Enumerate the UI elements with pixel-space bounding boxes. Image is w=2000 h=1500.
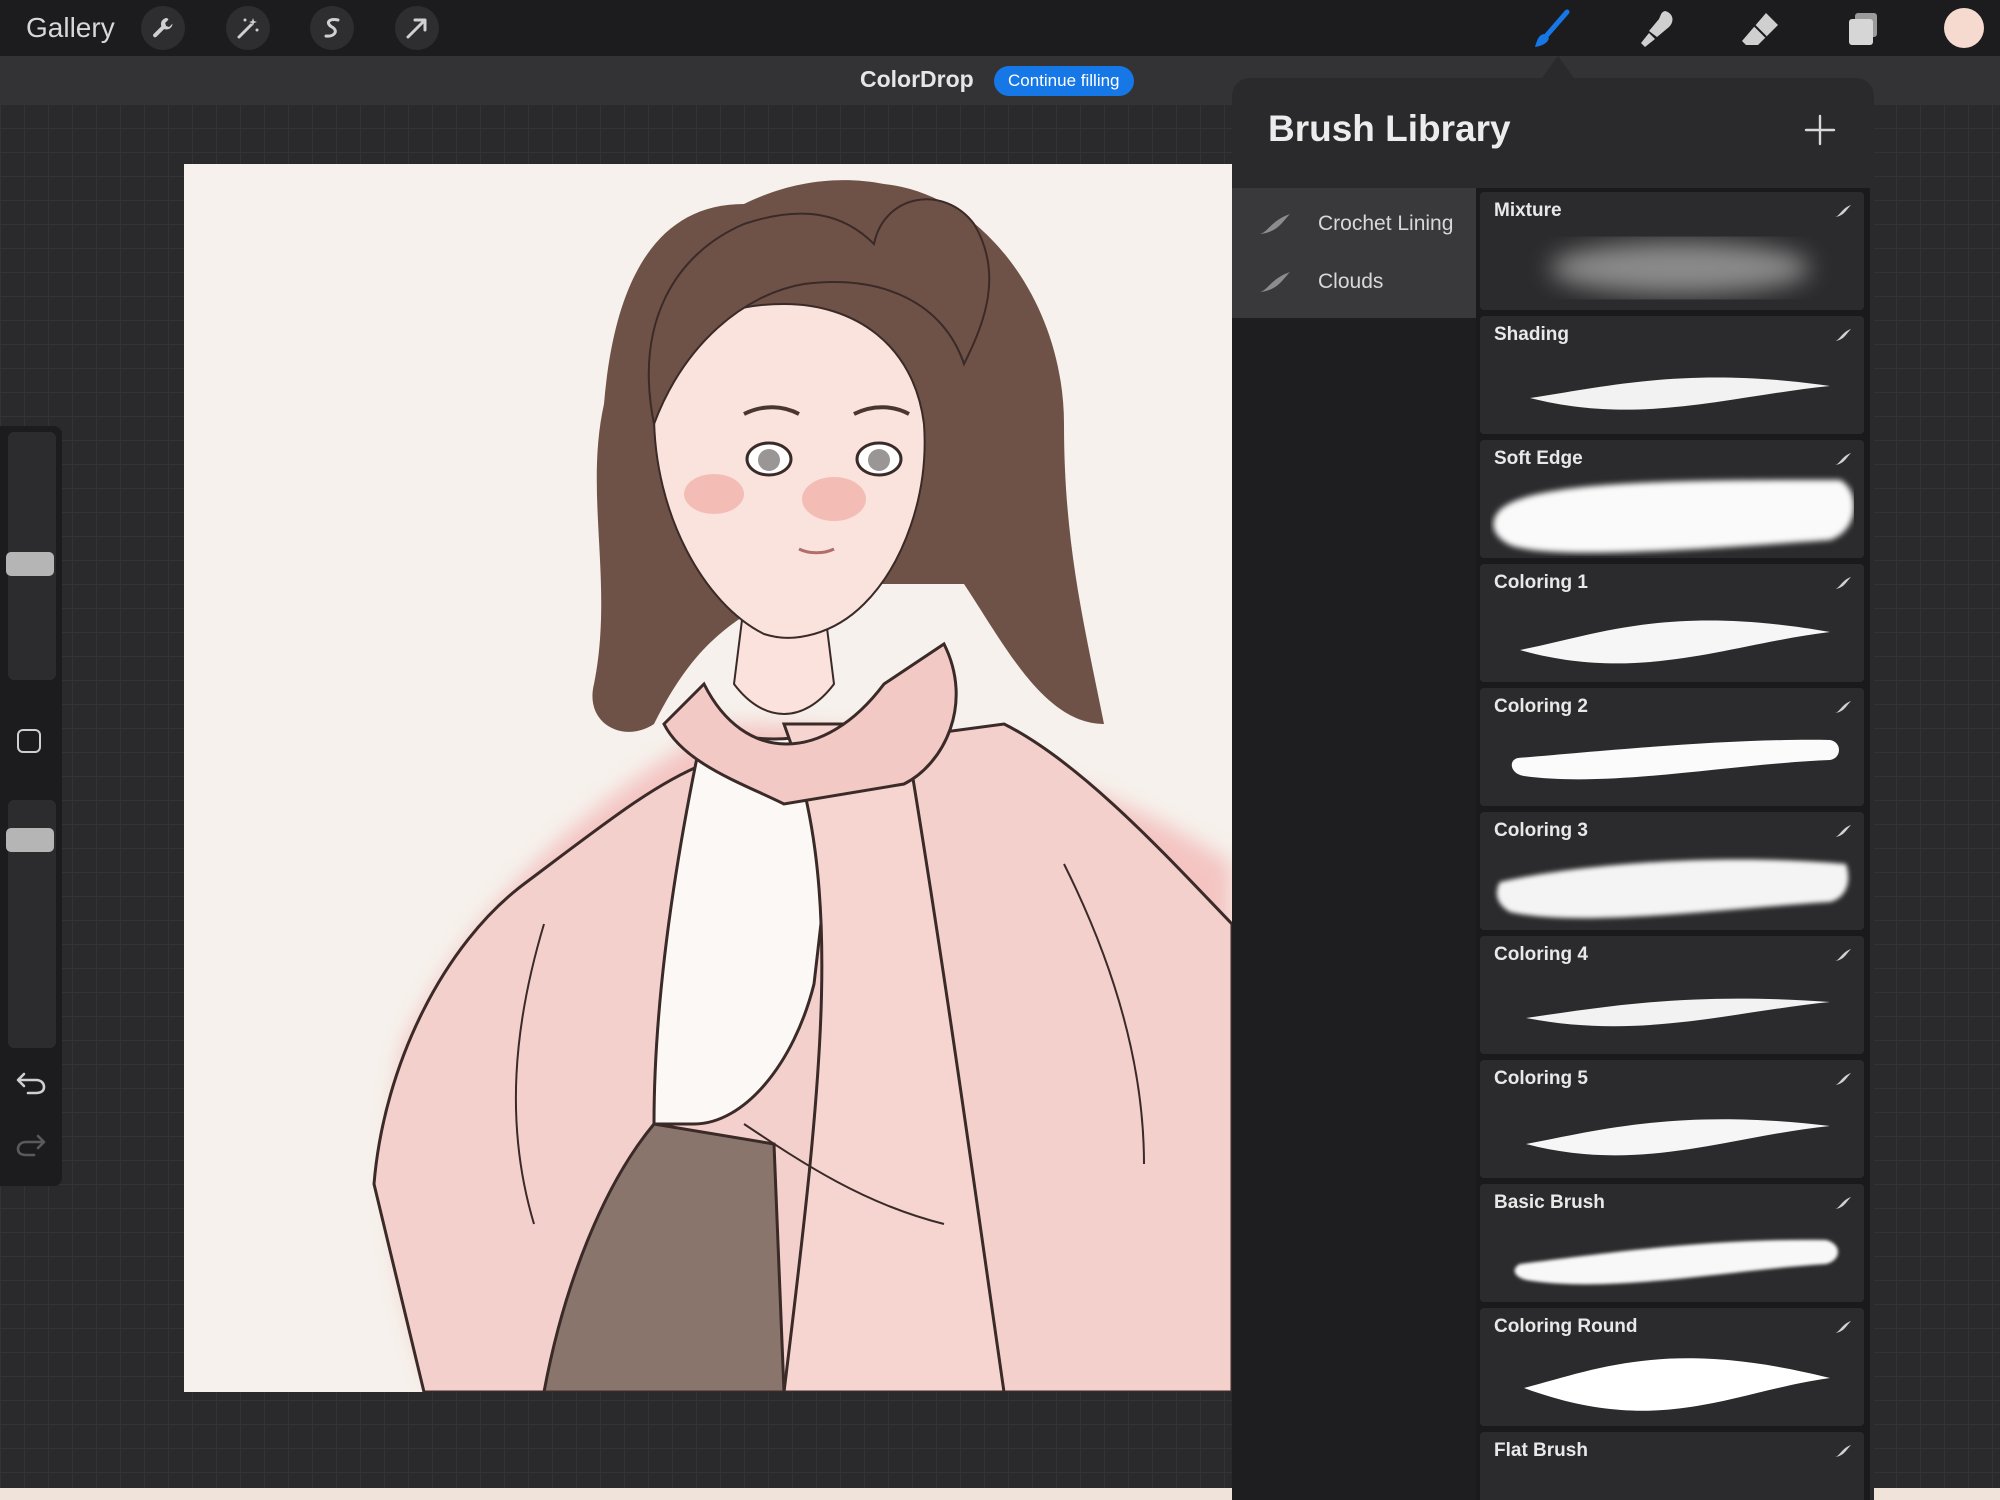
panel-title: Brush Library [1268, 108, 1511, 149]
edit-brush-icon[interactable] [1834, 700, 1852, 714]
brush-name: Coloring 2 [1494, 696, 1588, 717]
brush-size-slider[interactable] [6, 432, 56, 680]
edit-brush-icon[interactable] [1834, 204, 1852, 218]
brush-list: Mixture Shading Soft Edge Coloring 1 Col… [1476, 188, 1870, 1500]
layers-button[interactable] [1838, 4, 1888, 54]
wrench-icon [153, 17, 173, 38]
brush-item-coloring-3[interactable]: Coloring 3 [1480, 812, 1864, 930]
adjustments-button[interactable] [226, 6, 270, 50]
brush-name: Coloring Round [1494, 1316, 1638, 1337]
brush-set-icon [1260, 214, 1290, 234]
brush-stroke-preview [1511, 739, 1839, 780]
actions-button[interactable] [141, 6, 185, 50]
banner-title: ColorDrop [860, 66, 974, 92]
brush-icon [1535, 9, 1570, 47]
edit-brush-icon[interactable] [1834, 824, 1852, 838]
eraser-tool-button[interactable] [1735, 4, 1785, 54]
brush-stroke-preview [1550, 242, 1810, 294]
edit-brush-icon[interactable] [1834, 328, 1852, 342]
modifier-button[interactable] [17, 729, 41, 753]
brush-stroke-preview [1530, 377, 1830, 410]
brush-library-panel: Brush Library Crochet Lining Clouds Mixt… [1232, 78, 1874, 1500]
brush-sets-list: Crochet Lining Clouds [1232, 188, 1476, 1500]
panel-pointer [1542, 56, 1574, 78]
eraser-icon [1742, 13, 1778, 45]
brush-stroke-preview [1526, 1119, 1830, 1156]
brush-item-mixture[interactable]: Mixture [1480, 192, 1864, 310]
brush-set-crochet-lining[interactable]: Crochet Lining [1232, 196, 1476, 252]
brush-set-label: Crochet Lining [1318, 212, 1454, 235]
transform-button[interactable] [395, 6, 439, 50]
brush-item-soft-edge[interactable]: Soft Edge [1480, 440, 1864, 558]
selection-icon [324, 18, 340, 38]
edit-brush-icon[interactable] [1834, 948, 1852, 962]
brush-item-coloring-1[interactable]: Coloring 1 [1480, 564, 1864, 682]
brush-item-flat-brush[interactable]: Flat Brush [1480, 1432, 1864, 1500]
edit-brush-icon[interactable] [1834, 576, 1852, 590]
selection-button[interactable] [310, 6, 354, 50]
brush-name: Mixture [1494, 200, 1562, 221]
brush-set-label: Clouds [1318, 270, 1384, 293]
opacity-slider[interactable] [6, 800, 56, 1048]
brush-set-clouds[interactable]: Clouds [1232, 254, 1476, 310]
brush-item-coloring-5[interactable]: Coloring 5 [1480, 1060, 1864, 1178]
top-toolbar: Gallery [0, 0, 2000, 56]
brush-item-coloring-4[interactable]: Coloring 4 [1480, 936, 1864, 1054]
smudge-tool-button[interactable] [1632, 4, 1682, 54]
gallery-button[interactable]: Gallery [26, 8, 115, 48]
smudge-icon [1641, 11, 1673, 47]
brush-stroke-preview [1520, 620, 1830, 664]
redo-icon[interactable] [14, 1130, 48, 1160]
brush-name: Coloring 5 [1494, 1068, 1588, 1089]
continue-filling-button[interactable]: Continue filling [994, 66, 1134, 96]
edit-brush-icon[interactable] [1834, 1072, 1852, 1086]
edit-brush-icon[interactable] [1834, 1320, 1852, 1334]
illustration-artwork [372, 180, 1232, 1392]
brush-name: Coloring 4 [1494, 944, 1588, 965]
brush-set-icon [1260, 272, 1290, 292]
brush-stroke-preview [1496, 859, 1849, 919]
brush-item-shading[interactable]: Shading [1480, 316, 1864, 434]
plus-icon[interactable] [1802, 112, 1838, 148]
edit-brush-icon[interactable] [1834, 1196, 1852, 1210]
brush-name: Coloring 3 [1494, 820, 1588, 841]
brush-name: Flat Brush [1494, 1440, 1588, 1461]
edit-brush-icon[interactable] [1834, 452, 1852, 466]
magic-wand-icon [237, 18, 259, 39]
opacity-knob[interactable] [6, 828, 54, 852]
drawing-canvas[interactable] [184, 164, 1232, 1392]
edit-brush-icon[interactable] [1834, 1444, 1852, 1458]
color-swatch[interactable] [1944, 8, 1984, 48]
brush-stroke-preview [1514, 1239, 1838, 1285]
undo-icon[interactable] [14, 1068, 48, 1098]
brush-stroke-preview [1524, 1358, 1830, 1411]
brush-size-knob[interactable] [6, 552, 54, 576]
transform-arrow-icon [406, 18, 427, 39]
brush-tool-button[interactable] [1528, 4, 1578, 54]
brush-stroke-preview [1493, 480, 1854, 553]
layers-icon [1849, 13, 1877, 45]
brush-stroke-preview [1526, 998, 1830, 1027]
brush-name: Basic Brush [1494, 1192, 1605, 1213]
brush-item-basic-brush[interactable]: Basic Brush [1480, 1184, 1864, 1302]
brush-name: Shading [1494, 324, 1569, 345]
brush-item-coloring-2[interactable]: Coloring 2 [1480, 688, 1864, 806]
brush-item-coloring-round[interactable]: Coloring Round [1480, 1308, 1864, 1426]
brush-name: Coloring 1 [1494, 572, 1588, 593]
brush-name: Soft Edge [1494, 448, 1583, 469]
